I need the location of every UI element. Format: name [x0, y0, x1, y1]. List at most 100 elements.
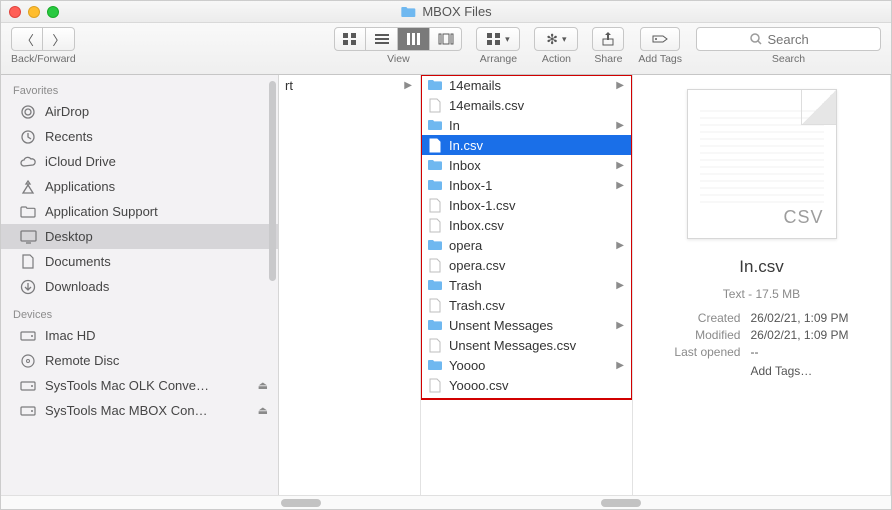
item-label: Unsent Messages.csv [449, 338, 576, 353]
file-item-yoooo[interactable]: Yoooo▶ [421, 355, 632, 375]
minimize-window-button[interactable] [28, 6, 40, 18]
file-item-unsent-messages-csv[interactable]: Unsent Messages.csv [421, 335, 632, 355]
file-item-yoooo-csv[interactable]: Yoooo.csv [421, 375, 632, 395]
sidebar-section-favorites: Favorites [1, 81, 278, 99]
column-2: 14emails▶14emails.csvIn▶In.csvInbox▶Inbo… [421, 75, 633, 495]
sidebar-section-devices: Devices [1, 305, 278, 323]
chevron-right-icon: ▶ [616, 120, 624, 131]
file-item-opera[interactable]: opera▶ [421, 235, 632, 255]
file-item-opera-csv[interactable]: opera.csv [421, 255, 632, 275]
sidebar-item-label: SysTools Mac OLK Conve… [45, 378, 209, 393]
arrange-group: ▾ Arrange [476, 27, 520, 65]
sidebar-item-application-support[interactable]: Application Support [1, 199, 278, 224]
search-label: Search [772, 53, 805, 65]
folder-icon [427, 319, 443, 331]
sidebar-item-applications[interactable]: Applications [1, 174, 278, 199]
sidebar-item-systools-mac-olk-conve[interactable]: SysTools Mac OLK Conve… ⏏ [1, 373, 278, 398]
sidebar-item-desktop[interactable]: Desktop [1, 224, 278, 249]
chevron-right-icon: ▶ [616, 320, 624, 331]
file-item-inbox-1-csv[interactable]: Inbox-1.csv [421, 195, 632, 215]
sidebar-item-remote-disc[interactable]: Remote Disc [1, 348, 278, 373]
file-item-14emails-csv[interactable]: 14emails.csv [421, 95, 632, 115]
action-button[interactable]: ✻▾ [534, 27, 578, 51]
horizontal-scrollbar[interactable] [1, 495, 891, 509]
sidebar-item-label: Recents [45, 129, 93, 144]
item-label: Inbox-1 [449, 178, 492, 193]
file-item-in-csv[interactable]: In.csv [421, 135, 632, 155]
zoom-window-button[interactable] [47, 6, 59, 18]
back-button[interactable]: 〈 [11, 27, 43, 51]
file-item-inbox-1[interactable]: Inbox-1▶ [421, 175, 632, 195]
preview-kind-size: Text - 17.5 MB [723, 287, 800, 301]
gallery-icon [438, 33, 454, 45]
item-label: Yoooo.csv [449, 378, 509, 393]
eject-icon[interactable]: ⏏ [258, 379, 268, 392]
file-item-unsent-messages[interactable]: Unsent Messages▶ [421, 315, 632, 335]
sidebar-item-icloud-drive[interactable]: iCloud Drive [1, 149, 278, 174]
gear-icon: ✻ [546, 31, 558, 48]
file-icon [427, 378, 443, 393]
scroll-thumb-2[interactable] [601, 499, 641, 507]
back-forward-group: 〈 〉 Back/Forward [11, 27, 76, 65]
sidebar-item-label: Application Support [45, 204, 158, 219]
folder-icon [427, 279, 443, 291]
chevron-right-icon: ▶ [616, 280, 624, 291]
sidebar-item-documents[interactable]: Documents [1, 249, 278, 274]
column-1-truncated-item[interactable]: rt ▶ [279, 75, 420, 95]
share-group: Share [592, 27, 624, 65]
sidebar-scrollbar[interactable] [269, 81, 276, 281]
view-label: View [387, 53, 410, 65]
column-view-button[interactable] [398, 27, 430, 51]
list-icon [375, 33, 389, 45]
file-item-inbox[interactable]: Inbox▶ [421, 155, 632, 175]
add-tags-label: Add Tags [638, 53, 682, 65]
item-label: rt [285, 78, 293, 93]
search-input[interactable] [768, 32, 828, 47]
file-item-trash-csv[interactable]: Trash.csv [421, 295, 632, 315]
eject-icon[interactable]: ⏏ [258, 404, 268, 417]
gallery-view-button[interactable] [430, 27, 462, 51]
preview-panel: CSV In.csv Text - 17.5 MB Created 26/02/… [633, 75, 890, 378]
view-group: View [334, 27, 462, 65]
add-tags-link[interactable]: Add Tags… [750, 364, 848, 378]
scroll-thumb-1[interactable] [281, 499, 321, 507]
sidebar-item-label: Documents [45, 254, 111, 269]
folder-icon [427, 179, 443, 191]
folder-icon [400, 6, 416, 18]
chevron-right-icon: ▶ [404, 80, 412, 91]
arrange-button[interactable]: ▾ [476, 27, 520, 51]
icon-view-button[interactable] [334, 27, 366, 51]
last-opened-label: Last opened [674, 345, 740, 359]
chevron-right-icon: ▶ [616, 360, 624, 371]
sidebar-item-label: Remote Disc [45, 353, 119, 368]
file-item-trash[interactable]: Trash▶ [421, 275, 632, 295]
share-button[interactable] [592, 27, 624, 51]
folder-icon [427, 119, 443, 131]
file-icon [427, 218, 443, 233]
file-item-inbox-csv[interactable]: Inbox.csv [421, 215, 632, 235]
sidebar-item-imac-hd[interactable]: Imac HD [1, 323, 278, 348]
file-item-14emails[interactable]: 14emails▶ [421, 75, 632, 95]
back-forward-label: Back/Forward [11, 53, 76, 65]
share-icon [602, 32, 614, 46]
add-tags-button[interactable] [640, 27, 680, 51]
sidebar-item-airdrop[interactable]: AirDrop [1, 99, 278, 124]
disk-icon [19, 329, 37, 343]
sidebar-item-downloads[interactable]: Downloads [1, 274, 278, 299]
item-label: 14emails [449, 78, 501, 93]
search-field[interactable] [696, 27, 881, 51]
disk-icon [19, 404, 37, 418]
sidebar-item-label: AirDrop [45, 104, 89, 119]
chevron-right-icon: ▶ [616, 160, 624, 171]
sidebar-item-recents[interactable]: Recents [1, 124, 278, 149]
sidebar-item-systools-mac-mbox-con[interactable]: SysTools Mac MBOX Con…⏏ [1, 398, 278, 423]
close-window-button[interactable] [9, 6, 21, 18]
forward-button[interactable]: 〉 [43, 27, 75, 51]
item-label: In [449, 118, 460, 133]
list-view-button[interactable] [366, 27, 398, 51]
file-icon [427, 338, 443, 353]
file-item-in[interactable]: In ▶ [421, 115, 632, 135]
item-label: opera.csv [449, 258, 505, 273]
documents-icon [19, 254, 37, 270]
file-preview-icon: CSV [687, 89, 837, 239]
